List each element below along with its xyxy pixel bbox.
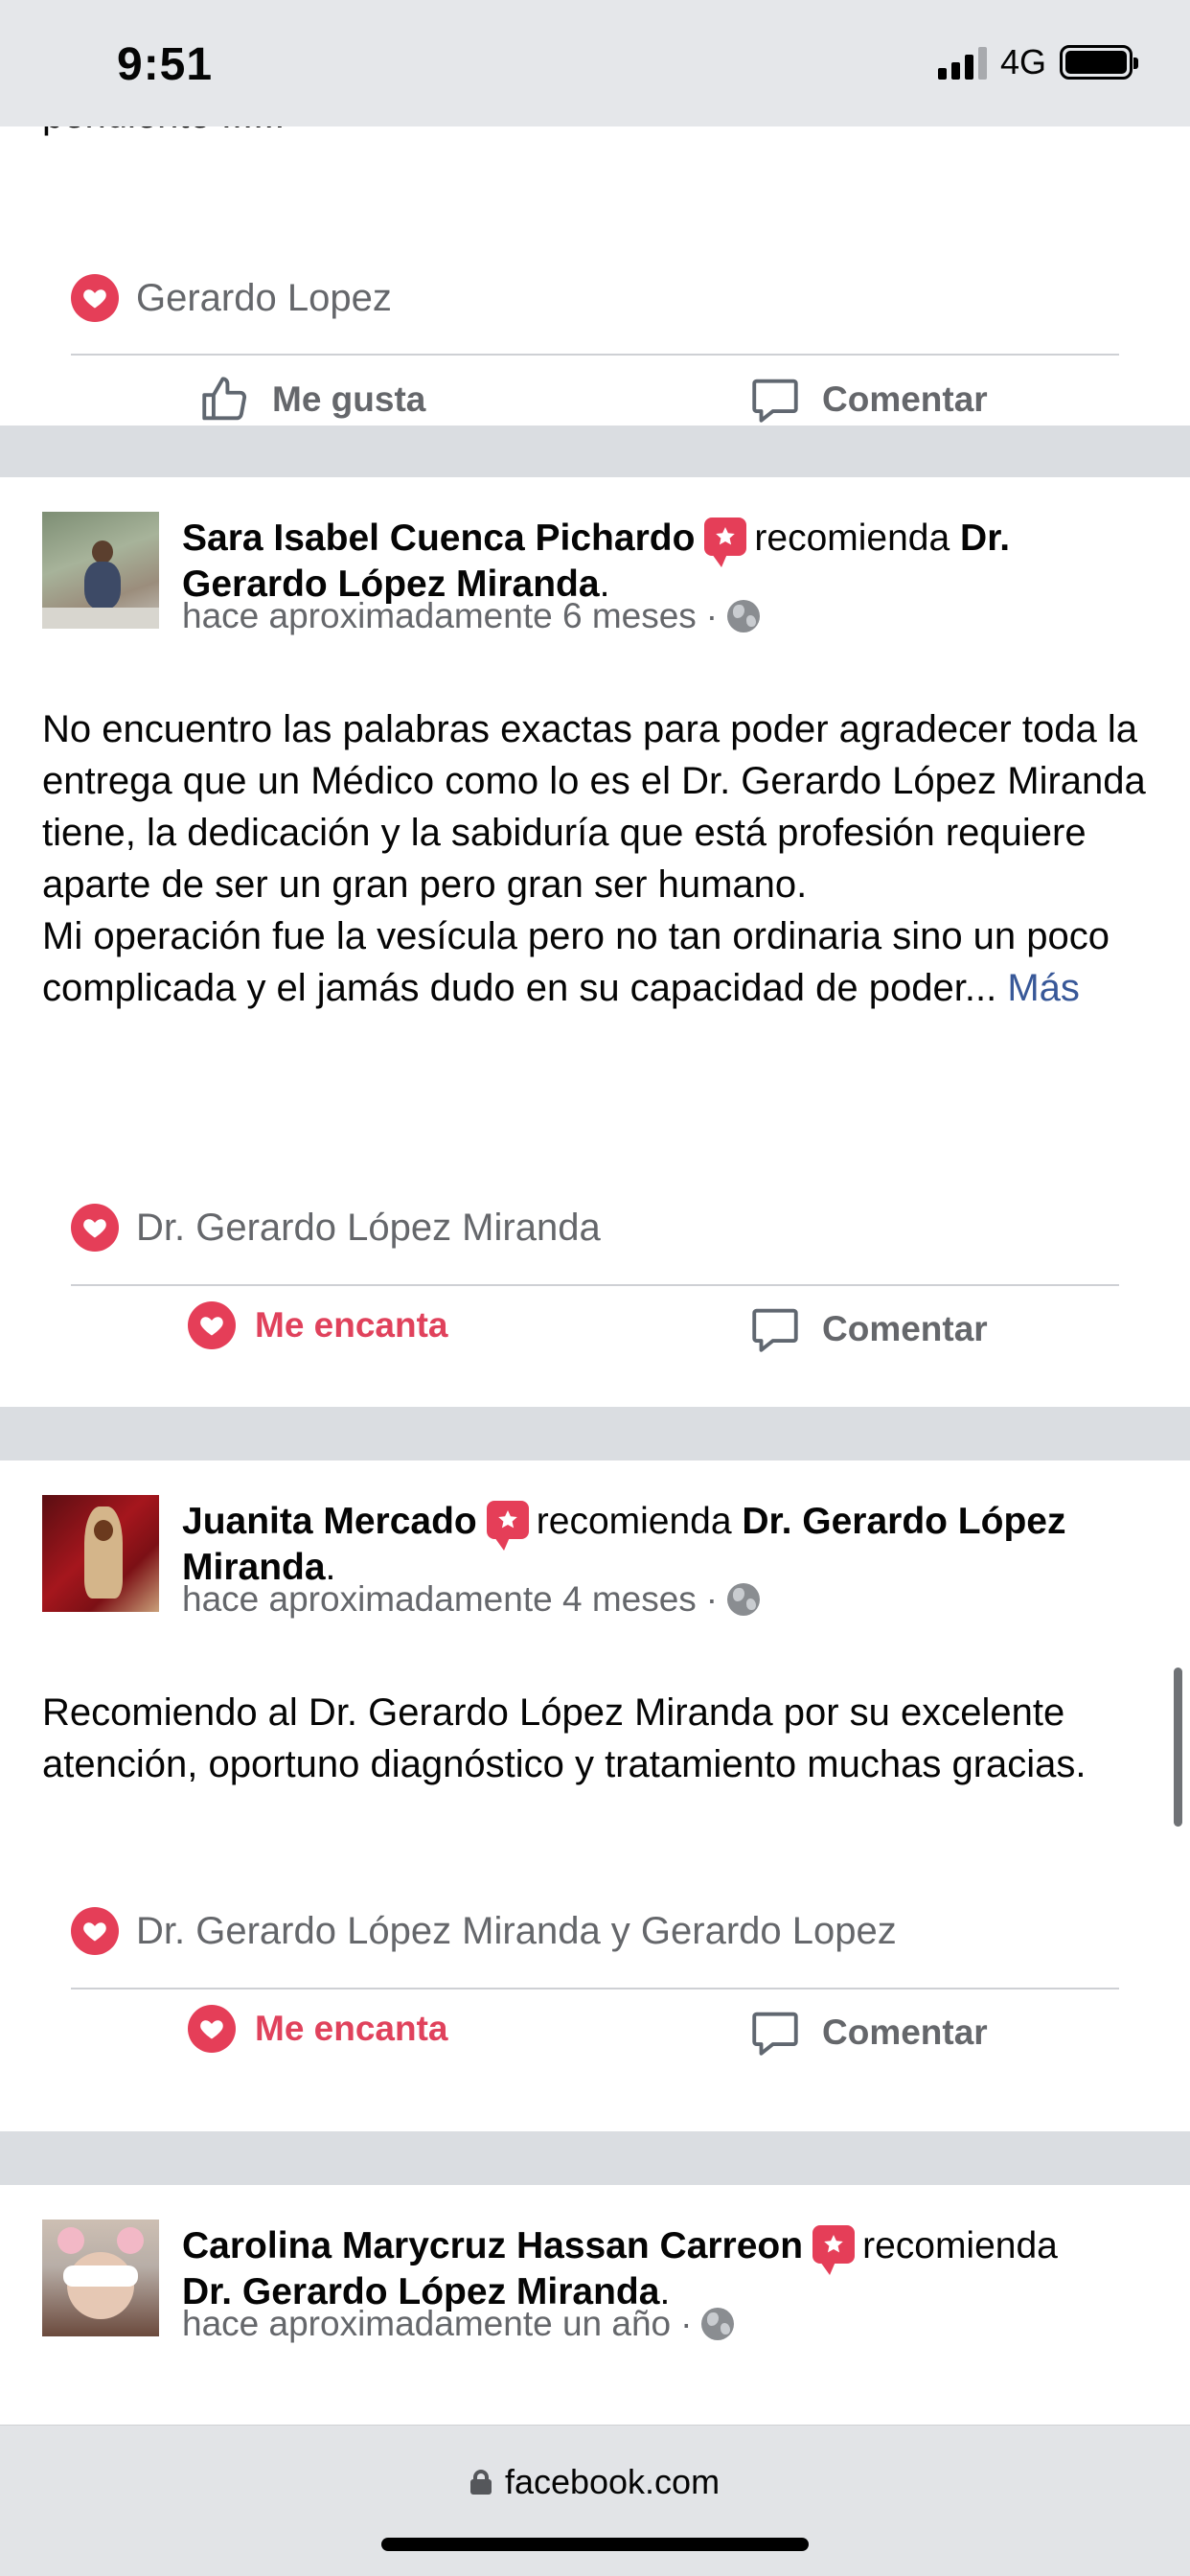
globe-icon [727,600,761,632]
see-more-link[interactable]: Más [1007,967,1080,1009]
author-name[interactable]: Sara Isabel Cuenca Pichardo [182,518,695,559]
browser-url-bar[interactable]: facebook.com [0,2425,1190,2576]
love-button[interactable]: Me encanta [188,1301,448,1349]
author-name[interactable]: Juanita Mercado [182,1501,477,1542]
avatar[interactable] [42,1495,159,1612]
love-button[interactable]: Me encanta [188,2005,448,2053]
comment-button[interactable]: Comentar [747,1301,988,1357]
status-time: 9:51 [117,39,214,90]
avatar[interactable] [42,2220,159,2336]
comment-button[interactable]: Comentar [747,2005,988,2060]
comment-button[interactable]: Comentar [747,372,988,427]
heart-icon [71,1907,119,1955]
reactions-text: Dr. Gerardo López Miranda y Gerardo Lope… [136,1909,897,1952]
lock-icon [469,2470,492,2495]
post-card: pendiente !!!!!! Gerardo Lopez Me gusta … [0,126,1190,426]
status-bar: 9:51 4G [0,0,1190,126]
home-indicator[interactable] [381,2538,809,2551]
thumbs-up-icon [202,377,247,421]
post-meta: hace aproximadamente 4 meses · [182,1579,761,1620]
recommendation-icon [704,518,747,567]
post-body-truncated: pendiente !!!!!! [42,126,286,137]
post-meta: hace aproximadamente un año · [182,2304,735,2344]
battery-icon [1060,45,1138,80]
network-label: 4G [999,42,1046,81]
url-display[interactable]: facebook.com [0,2462,1190,2502]
reactions-summary[interactable]: Dr. Gerardo López Miranda y Gerardo Lope… [71,1907,897,1955]
comment-icon [752,2012,798,2056]
recommendation-icon [486,1501,529,1551]
post-card: Carolina Marycruz Hassan Carreon recomien… [0,2185,1190,2425]
divider [71,1284,1119,1286]
heart-icon [71,1204,119,1252]
post-body: No encuentro las palabras exactas para p… [42,708,1146,1009]
divider [71,354,1119,356]
author-name[interactable]: Carolina Marycruz Hassan Carreon [182,2225,803,2266]
post-card: Juanita Mercado recomienda Dr. Gerardo Ló… [0,1460,1190,2131]
post-header: Carolina Marycruz Hassan Carreon recomien… [182,2225,1058,2312]
comment-icon [752,1308,798,1352]
post-body: Recomiendo al Dr. Gerardo López Miranda … [42,1691,1087,1785]
globe-icon [701,2308,735,2340]
post-timestamp[interactable]: hace aproximadamente 4 meses [182,1579,697,1620]
recommendation-icon [812,2225,856,2275]
post-card: Sara Isabel Cuenca Pichardo recomienda Dr… [0,477,1190,1407]
comment-icon [752,379,798,423]
feed[interactable]: pendiente !!!!!! Gerardo Lopez Me gusta … [0,126,1190,2425]
url-domain: facebook.com [504,2462,721,2501]
post-timestamp[interactable]: hace aproximadamente 6 meses [182,596,697,636]
avatar[interactable] [42,512,159,629]
like-button[interactable]: Me gusta [197,372,425,427]
reactions-summary[interactable]: Dr. Gerardo López Miranda [71,1204,601,1252]
heart-icon [188,1301,236,1349]
scrollbar[interactable] [1174,1668,1182,1827]
post-header: Juanita Mercado recomienda Dr. Gerardo Ló… [182,1501,1066,1588]
heart-icon [71,274,119,322]
divider [71,1988,1119,1990]
heart-icon [188,2005,236,2053]
reactions-text: Gerardo Lopez [136,276,392,319]
post-header: Sara Isabel Cuenca Pichardo recomienda Dr… [182,518,1011,605]
reactions-summary[interactable]: Gerardo Lopez [71,274,392,322]
status-indicators: 4G [937,42,1138,82]
reactions-text: Dr. Gerardo López Miranda [136,1206,601,1249]
signal-icon [937,45,987,80]
post-timestamp[interactable]: hace aproximadamente un año [182,2304,671,2344]
globe-icon [727,1583,761,1616]
post-meta: hace aproximadamente 6 meses · [182,596,761,636]
